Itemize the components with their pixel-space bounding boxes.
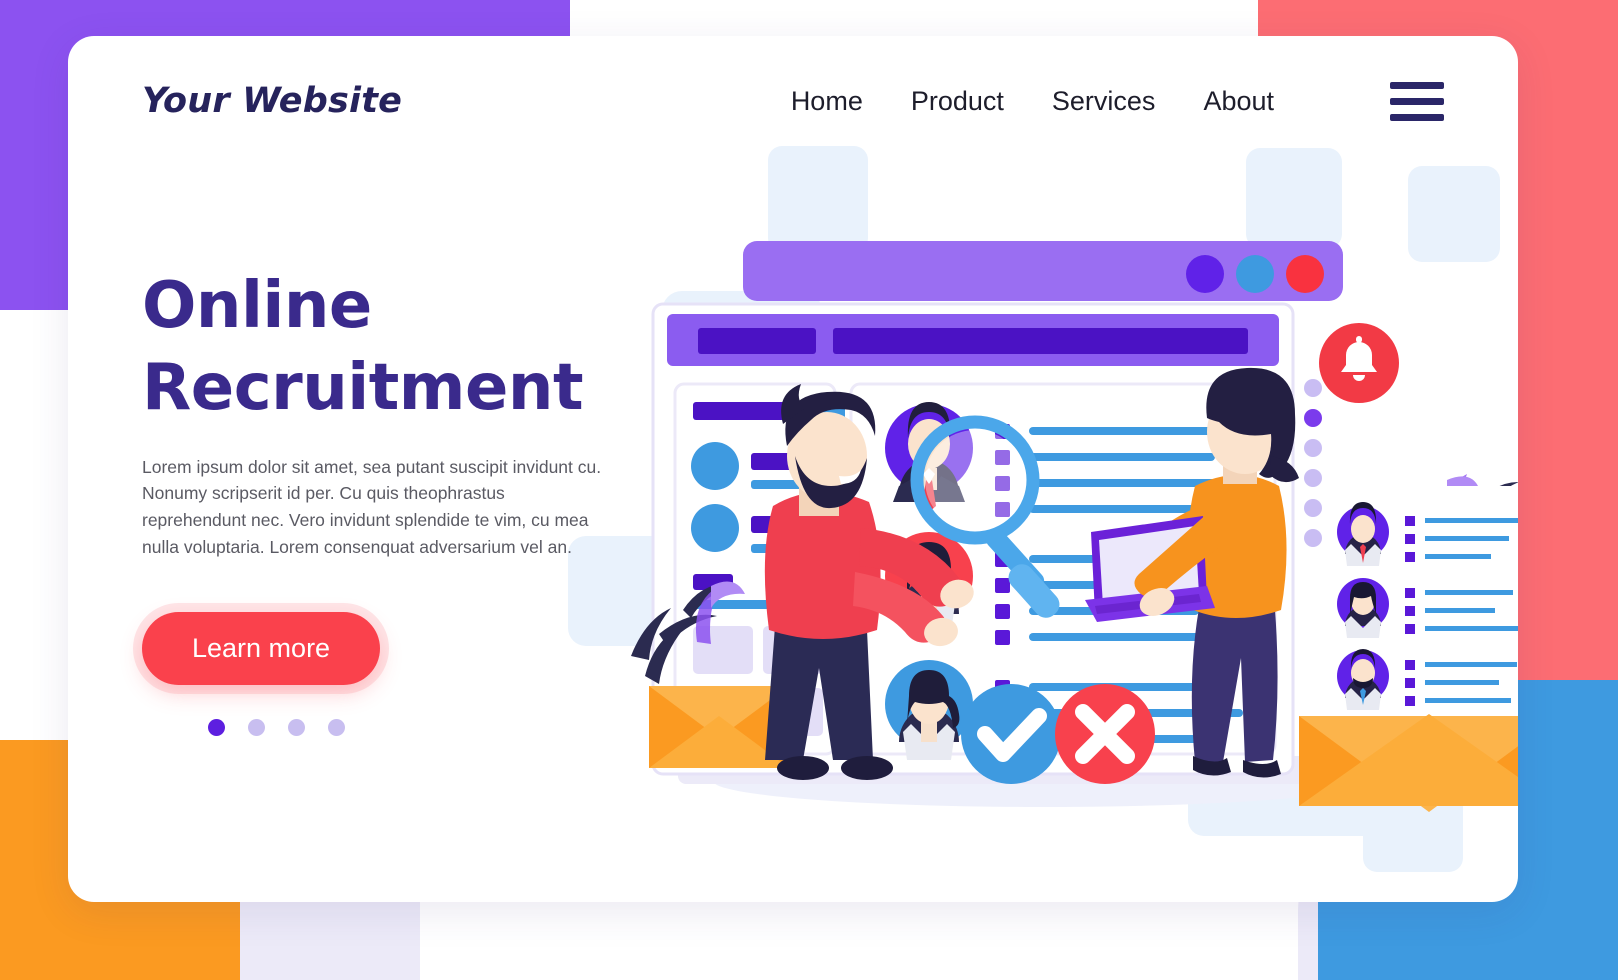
site-logo[interactable]: Your Website: [142, 81, 402, 121]
hero-card: Your Website Home Product Services About…: [68, 36, 1518, 902]
carousel-dot-1[interactable]: [208, 719, 225, 737]
headline-line-1: Online: [142, 269, 372, 343]
page-root: Your Website Home Product Services About…: [0, 0, 1618, 980]
hero-content: Online Recruitment Lorem ipsum dolor sit…: [142, 266, 682, 737]
site-header: Your Website Home Product Services About: [68, 36, 1518, 166]
approve-check-badge: [961, 684, 1061, 784]
headline-line-2: Recruitment: [142, 350, 584, 425]
online-recruitment-illustration: [623, 156, 1518, 856]
hero-paragraph: Lorem ipsum dolor sit amet, sea putant s…: [142, 456, 602, 557]
page-title: Online Recruitment: [142, 266, 682, 430]
cta-container: Learn more: [142, 612, 682, 686]
nav-item-home[interactable]: Home: [791, 86, 863, 117]
hamburger-bar: [1390, 81, 1444, 89]
nav-item-about[interactable]: About: [1203, 86, 1274, 117]
nav-item-product[interactable]: Product: [911, 86, 1004, 117]
carousel-dot-2[interactable]: [248, 719, 265, 737]
hamburger-bar: [1390, 97, 1444, 105]
learn-more-button[interactable]: Learn more: [142, 612, 381, 686]
hamburger-menu-icon[interactable]: [1390, 81, 1444, 121]
reject-cross-badge: [1055, 684, 1155, 784]
bell-notification-badge: [1319, 323, 1399, 403]
carousel-dot-3[interactable]: [288, 719, 305, 737]
nav-item-services[interactable]: Services: [1052, 86, 1156, 117]
hamburger-bar: [1390, 113, 1444, 121]
main-navigation: Home Product Services About: [791, 81, 1444, 121]
carousel-dot-4[interactable]: [328, 719, 345, 737]
carousel-pagination: [208, 719, 682, 737]
